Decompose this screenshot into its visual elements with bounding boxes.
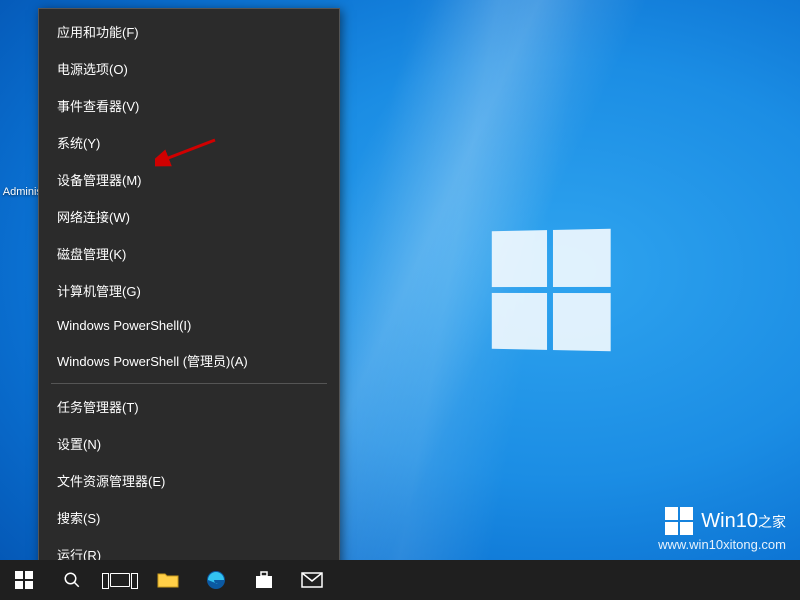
start-button[interactable] [0,560,48,600]
windows-logo-wallpaper [492,229,611,352]
folder-icon [157,571,179,589]
mail-icon [301,572,323,588]
watermark-url: www.win10xitong.com [658,537,786,552]
menu-item-task-manager[interactable]: 任务管理器(T) [39,388,339,425]
menu-item-powershell[interactable]: Windows PowerShell(I) [39,309,339,342]
taskbar-search-button[interactable] [48,560,96,600]
store-icon [254,570,274,590]
menu-item-file-explorer[interactable]: 文件资源管理器(E) [39,462,339,499]
menu-item-power-options[interactable]: 电源选项(O) [39,50,339,87]
menu-item-disk-management[interactable]: 磁盘管理(K) [39,235,339,272]
menu-item-powershell-admin[interactable]: Windows PowerShell (管理员)(A) [39,342,339,379]
watermark: Win10之家 www.win10xitong.com [658,507,786,552]
menu-item-settings[interactable]: 设置(N) [39,425,339,462]
windows-start-icon [15,571,33,589]
menu-item-apps-features[interactable]: 应用和功能(F) [39,13,339,50]
menu-item-search[interactable]: 搜索(S) [39,499,339,536]
windows-logo-icon [665,507,693,535]
taskbar-taskview-button[interactable] [96,560,144,600]
taskbar [0,560,800,600]
desktop-wallpaper: Administr... 控 应用和功能(F) 电源选项(O) 事件查看器(V)… [0,0,800,600]
taskbar-app-edge[interactable] [192,560,240,600]
menu-item-computer-management[interactable]: 计算机管理(G) [39,272,339,309]
taskbar-app-explorer[interactable] [144,560,192,600]
search-icon [63,571,81,589]
taskview-icon [110,573,130,587]
edge-icon [206,570,226,590]
menu-item-network-connections[interactable]: 网络连接(W) [39,198,339,235]
menu-item-device-manager[interactable]: 设备管理器(M) [39,161,339,198]
watermark-brand: Win10之家 [701,510,786,533]
menu-separator [51,383,327,384]
winx-context-menu: 应用和功能(F) 电源选项(O) 事件查看器(V) 系统(Y) 设备管理器(M)… [38,8,340,600]
menu-item-system[interactable]: 系统(Y) [39,124,339,161]
menu-item-event-viewer[interactable]: 事件查看器(V) [39,87,339,124]
taskbar-app-mail[interactable] [288,560,336,600]
taskbar-app-store[interactable] [240,560,288,600]
